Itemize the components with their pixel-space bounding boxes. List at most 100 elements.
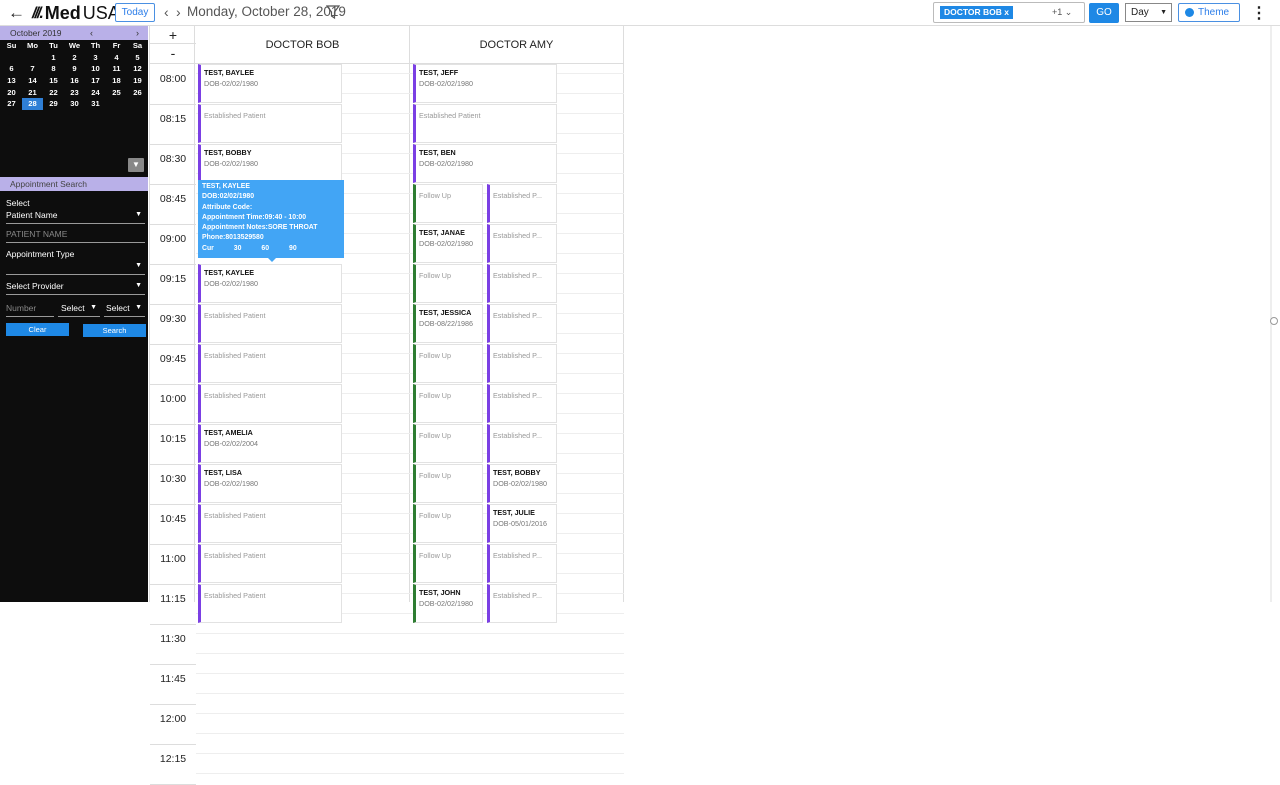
calendar-day[interactable]: 28 xyxy=(22,98,43,111)
appointment-card[interactable]: TEST, BOBBY DOB-02/02/1980 xyxy=(487,464,557,503)
open-slot-card[interactable]: Established P... xyxy=(487,584,557,623)
grid-line xyxy=(196,653,624,654)
calendar-day[interactable]: 17 xyxy=(85,75,106,87)
open-slot-card[interactable]: Follow Up xyxy=(413,184,483,223)
calendar-day[interactable]: 2 xyxy=(64,52,85,64)
prev-day-icon[interactable]: ‹ xyxy=(164,4,169,20)
provider-multiselect[interactable]: DOCTOR BOB x +1 ⌄ xyxy=(933,2,1085,23)
calendar-day[interactable]: 12 xyxy=(127,63,148,75)
zoom-in-button[interactable]: + xyxy=(150,26,196,44)
open-slot-card[interactable]: Established P... xyxy=(487,344,557,383)
patient-name-input[interactable]: PATIENT NAME xyxy=(6,229,145,243)
open-slot-card[interactable]: Follow Up xyxy=(413,544,483,583)
calendar-day[interactable]: 11 xyxy=(106,63,127,75)
open-slot-card[interactable]: Established Patient xyxy=(198,304,342,343)
number-input[interactable]: Number xyxy=(6,303,54,317)
search-button[interactable]: Search xyxy=(83,324,146,337)
calendar-day[interactable]: 19 xyxy=(127,75,148,87)
calendar-day[interactable]: 16 xyxy=(64,75,85,87)
calendar-day[interactable]: 6 xyxy=(1,63,22,75)
open-slot-card[interactable]: Follow Up xyxy=(413,504,483,543)
open-slot-card[interactable]: Established P... xyxy=(487,184,557,223)
calendar-day[interactable]: 9 xyxy=(64,63,85,75)
select-b[interactable]: Select ▼ xyxy=(104,303,145,317)
calendar-day[interactable]: 18 xyxy=(106,75,127,87)
calendar-day[interactable]: 31 xyxy=(85,98,106,110)
next-day-icon[interactable]: › xyxy=(176,4,181,20)
time-divider xyxy=(150,264,196,265)
calendar-day[interactable]: 8 xyxy=(43,63,64,75)
calendar-day[interactable]: 3 xyxy=(85,52,106,64)
calendar-day[interactable]: 21 xyxy=(22,87,43,99)
open-slot-card[interactable]: Established Patient xyxy=(198,504,342,543)
calendar-day[interactable]: 27 xyxy=(1,98,22,110)
scrollbar-track[interactable] xyxy=(1270,26,1272,602)
theme-button[interactable]: Theme xyxy=(1178,3,1240,22)
open-slot-card[interactable]: Established P... xyxy=(487,424,557,463)
open-slot-card[interactable]: Established P... xyxy=(487,384,557,423)
appointment-card[interactable]: TEST, BOBBY DOB-02/02/1980 xyxy=(198,144,342,183)
calendar-blank xyxy=(22,52,43,64)
calendar-day[interactable]: 22 xyxy=(43,87,64,99)
open-slot-card[interactable]: Established Patient xyxy=(198,584,342,623)
provider-chip-doctor-bob[interactable]: DOCTOR BOB x xyxy=(940,6,1014,19)
zoom-out-button[interactable]: - xyxy=(150,44,196,64)
calendar-day[interactable]: 1 xyxy=(43,52,64,64)
calendar-next-icon[interactable]: › xyxy=(136,26,139,40)
appointment-card[interactable]: TEST, BEN DOB-02/02/1980 xyxy=(413,144,557,183)
open-slot-card[interactable]: Established Patient xyxy=(413,104,557,143)
calendar-prev-icon[interactable]: ‹ xyxy=(90,26,93,40)
calendar-day[interactable]: 24 xyxy=(85,87,106,99)
appointment-card[interactable]: TEST, JEFF DOB-02/02/1980 xyxy=(413,64,557,103)
appointment-card[interactable]: TEST, JESSICA DOB-08/22/1986 xyxy=(413,304,483,343)
provider-select[interactable]: Select Provider ▼ xyxy=(6,281,145,295)
calendar-day[interactable]: 14 xyxy=(22,75,43,87)
open-slot-card[interactable]: Follow Up xyxy=(413,424,483,463)
theme-label: Theme xyxy=(1198,7,1230,18)
open-slot-card[interactable]: Established P... xyxy=(487,224,557,263)
calendar-day[interactable]: 29 xyxy=(43,98,64,110)
view-select[interactable]: Day ▼ xyxy=(1125,3,1172,22)
provider-more-count[interactable]: +1 ⌄ xyxy=(1052,7,1072,18)
open-slot-card[interactable]: Follow Up xyxy=(413,264,483,303)
open-slot-card[interactable]: Follow Up xyxy=(413,384,483,423)
open-slot-card[interactable]: Established P... xyxy=(487,544,557,583)
open-slot-card[interactable]: Follow Up xyxy=(413,464,483,503)
calendar-day[interactable]: 20 xyxy=(1,87,22,99)
appointment-card[interactable]: TEST, BAYLEE DOB-02/02/1980 xyxy=(198,64,342,103)
open-slot-card[interactable]: Established Patient xyxy=(198,384,342,423)
calendar-day[interactable]: 4 xyxy=(106,52,127,64)
calendar-day[interactable]: 7 xyxy=(22,63,43,75)
open-slot-card[interactable]: Established P... xyxy=(487,304,557,343)
filter-icon[interactable] xyxy=(326,4,340,20)
calendar-day[interactable]: 5 xyxy=(127,52,148,64)
open-slot-card[interactable]: Established Patient xyxy=(198,104,342,143)
more-menu-icon[interactable]: ⋮ xyxy=(1251,3,1267,23)
appointment-card[interactable]: TEST, LISA DOB-02/02/1980 xyxy=(198,464,342,503)
calendar-day[interactable]: 15 xyxy=(43,75,64,87)
back-arrow-icon[interactable]: ← xyxy=(8,3,25,23)
open-slot-card[interactable]: Established Patient xyxy=(198,544,342,583)
calendar-day[interactable]: 13 xyxy=(1,75,22,87)
open-slot-card[interactable]: Follow Up xyxy=(413,344,483,383)
calendar-day[interactable]: 30 xyxy=(64,98,85,110)
appointment-type-select[interactable]: ▼ xyxy=(6,261,145,275)
go-button[interactable]: GO xyxy=(1089,3,1119,23)
calendar-collapse-icon[interactable]: ▼ xyxy=(128,158,144,172)
appointment-card[interactable]: TEST, KAYLEE DOB-02/02/1980 xyxy=(198,264,342,303)
calendar-day[interactable]: 26 xyxy=(127,87,148,99)
clear-button[interactable]: Clear xyxy=(6,323,69,336)
open-slot-card[interactable]: Established Patient xyxy=(198,344,342,383)
select-a[interactable]: Select ▼ xyxy=(58,303,100,317)
calendar-day[interactable]: 23 xyxy=(64,87,85,99)
scrollbar-handle[interactable] xyxy=(1270,317,1278,325)
appointment-card[interactable]: TEST, JULIE DOB-05/01/2016 xyxy=(487,504,557,543)
appointment-card[interactable]: TEST, JOHN DOB-02/02/1980 xyxy=(413,584,483,623)
appointment-card[interactable]: TEST, AMELIA DOB-02/02/2004 xyxy=(198,424,342,463)
calendar-day[interactable]: 10 xyxy=(85,63,106,75)
appointment-card[interactable]: TEST, JANAE DOB-02/02/1980 xyxy=(413,224,483,263)
patient-name-select[interactable]: Patient Name ▼ xyxy=(6,210,145,224)
calendar-day[interactable]: 25 xyxy=(106,87,127,99)
today-button[interactable]: Today xyxy=(115,3,155,22)
open-slot-card[interactable]: Established P... xyxy=(487,264,557,303)
